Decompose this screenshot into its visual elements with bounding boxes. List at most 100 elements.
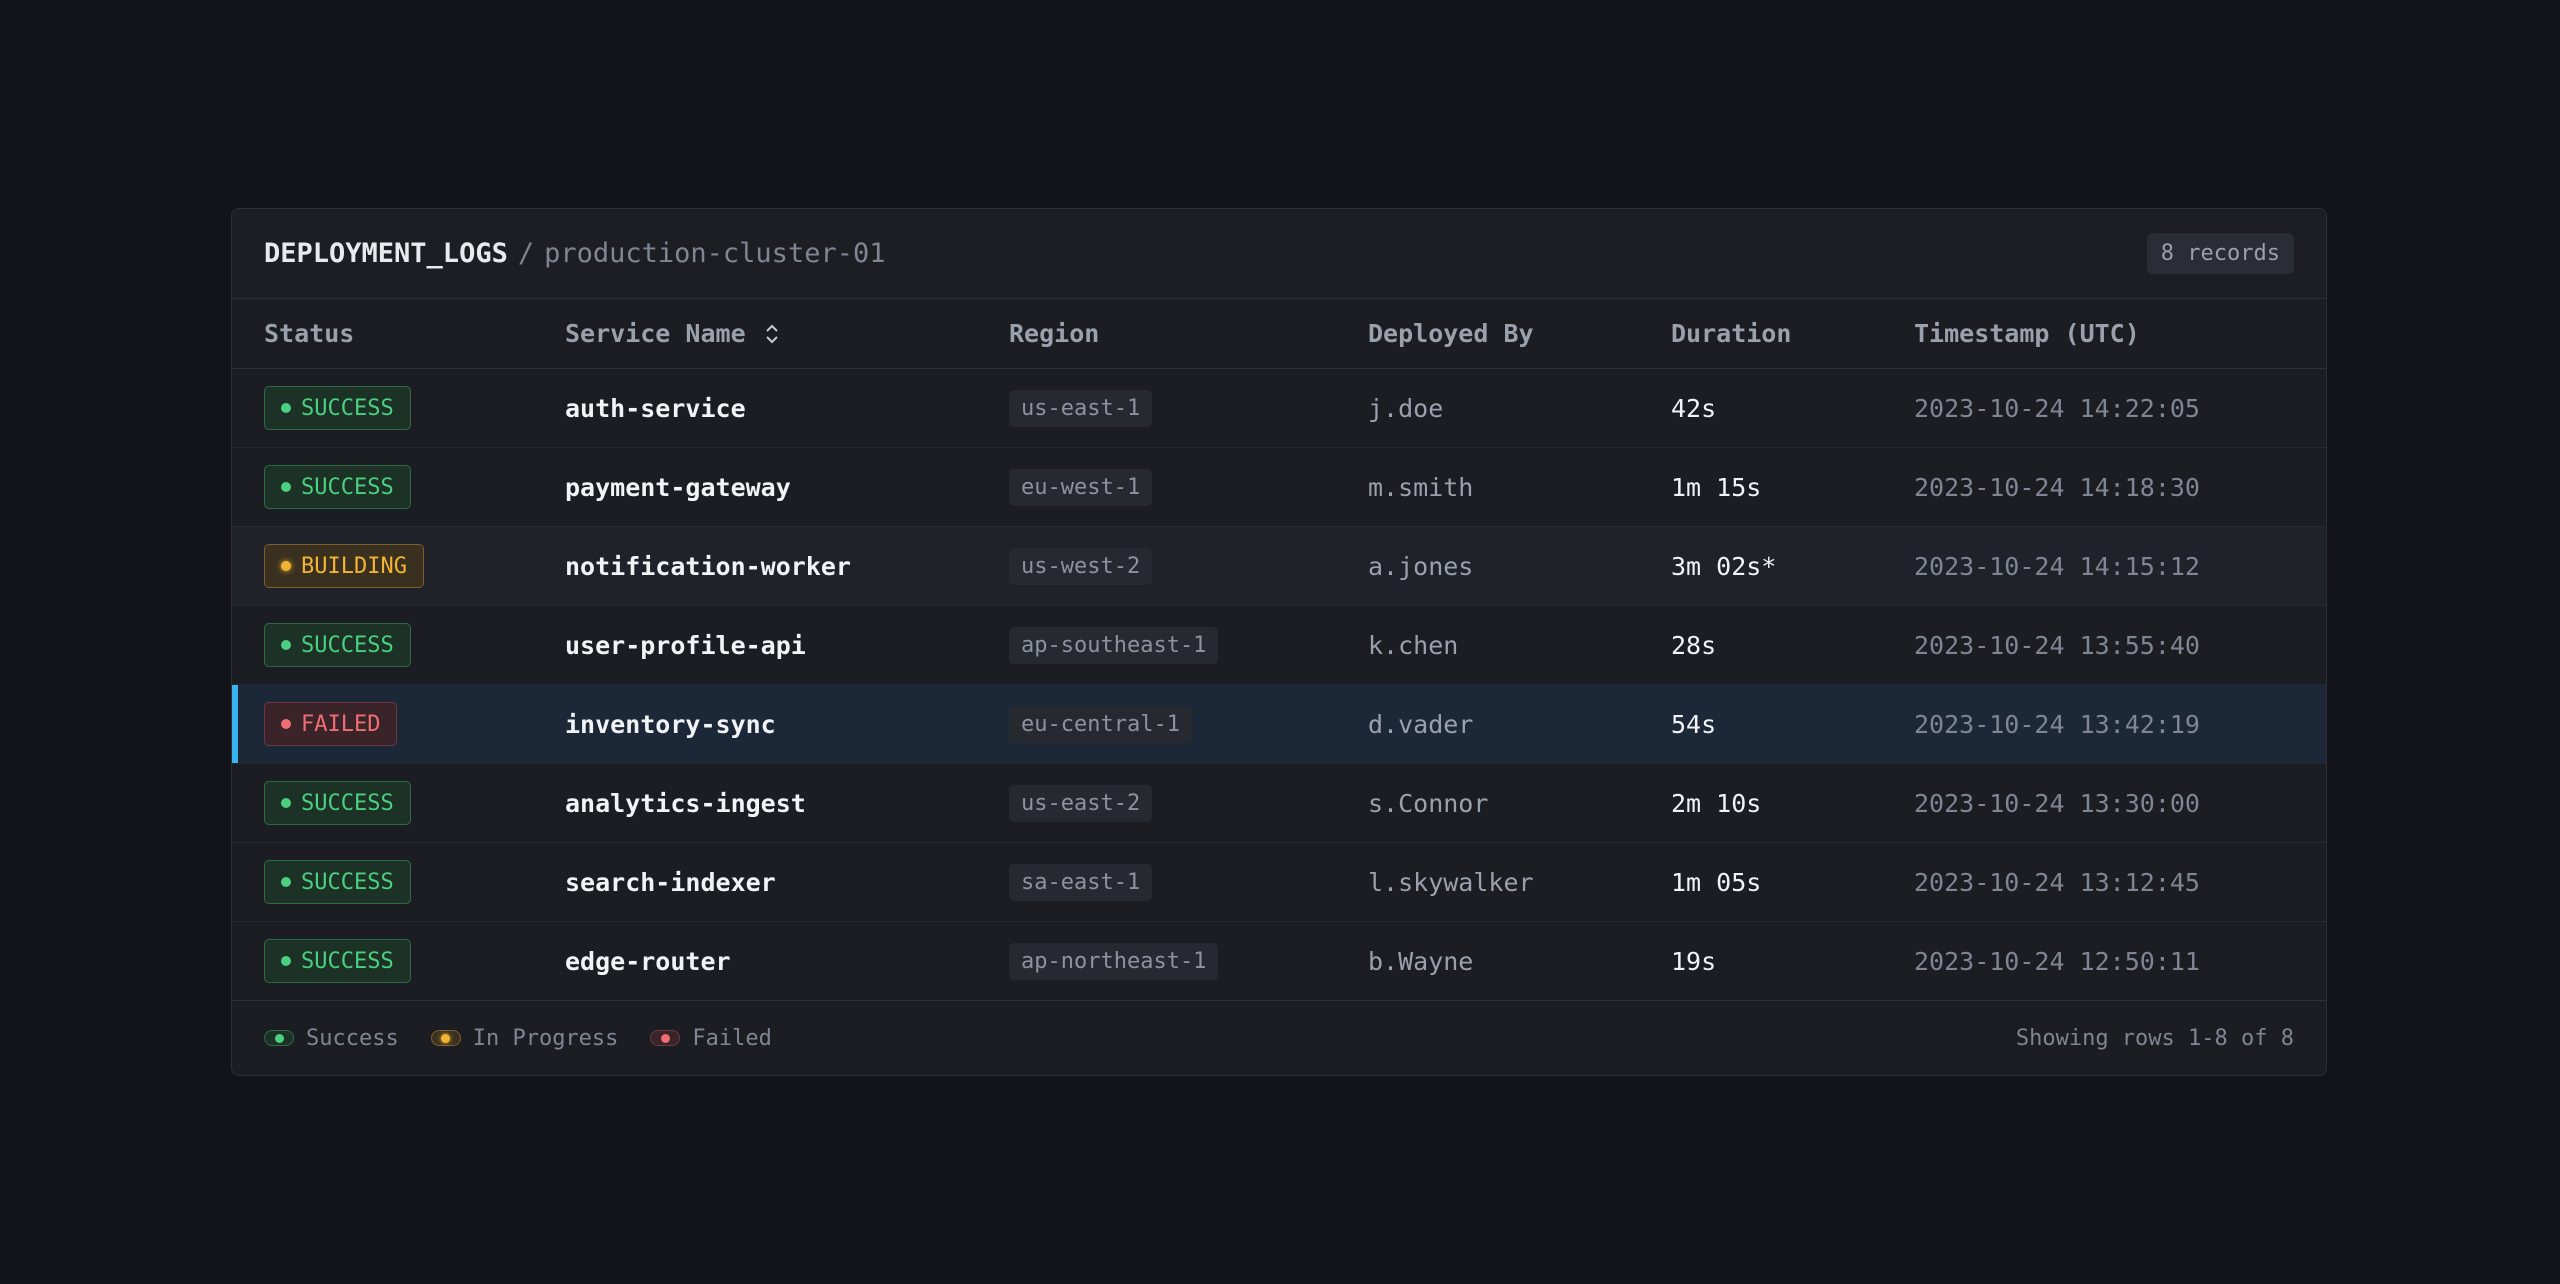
table-row[interactable]: SUCCESS payment-gateway eu-west-1 m.smit…	[232, 448, 2326, 527]
deployed-by: a.jones	[1368, 551, 1474, 581]
legend-item-success: Success	[264, 1026, 399, 1051]
panel-header: DEPLOYMENT_LOGS / production-cluster-01 8 …	[232, 209, 2326, 299]
table-row[interactable]: BUILDING notification-worker us-west-2 a…	[232, 527, 2326, 606]
deployed-by: l.skywalker	[1368, 867, 1534, 897]
status-text: SUCCESS	[301, 869, 394, 895]
status-dot-icon	[281, 561, 291, 571]
region-chip: eu-west-1	[1009, 468, 1153, 506]
table-row[interactable]: SUCCESS search-indexer sa-east-1 l.skywa…	[232, 843, 2326, 922]
service-name: analytics-ingest	[565, 788, 806, 818]
duration: 1m 15s	[1671, 472, 1762, 502]
duration: 28s	[1671, 630, 1717, 660]
region-chip: ap-southeast-1	[1009, 626, 1219, 664]
pagination-info: Showing rows 1-8 of 8	[2015, 1025, 2294, 1051]
status-dot-icon	[281, 956, 291, 966]
column-header-service[interactable]: Service Name	[565, 319, 1009, 348]
status-text: SUCCESS	[301, 474, 394, 500]
table-row[interactable]: SUCCESS analytics-ingest us-east-2 s.Con…	[232, 764, 2326, 843]
failed-dot-icon	[650, 1030, 681, 1046]
duration: 19s	[1671, 946, 1717, 976]
duration: 3m 02s*	[1671, 551, 1777, 581]
timestamp: 2023-10-24 13:30:00	[1914, 788, 2200, 818]
legend-item-failed: Failed	[650, 1025, 772, 1051]
service-name: payment-gateway	[565, 472, 791, 502]
record-count-badge: 8 records	[2146, 233, 2294, 274]
status-text: SUCCESS	[301, 948, 394, 974]
page-title: DEPLOYMENT_LOGS / production-cluster-01	[264, 238, 885, 269]
status-badge: SUCCESS	[264, 465, 411, 509]
status-dot-icon	[281, 482, 291, 492]
legend-item-in-progress: In Progress	[430, 1025, 619, 1051]
region-chip: eu-central-1	[1009, 705, 1192, 743]
panel-footer: Success In Progress Failed Showing rows …	[232, 1001, 2326, 1075]
column-header-duration[interactable]: Duration	[1671, 319, 1914, 348]
status-dot-icon	[281, 798, 291, 808]
timestamp: 2023-10-24 14:18:30	[1914, 472, 2200, 502]
duration: 2m 10s	[1671, 788, 1762, 818]
region-chip: sa-east-1	[1009, 863, 1153, 901]
timestamp: 2023-10-24 12:50:11	[1914, 946, 2200, 976]
status-badge: BUILDING	[264, 544, 424, 588]
status-badge: SUCCESS	[264, 623, 411, 667]
status-badge: SUCCESS	[264, 860, 411, 904]
timestamp: 2023-10-24 14:15:12	[1914, 551, 2200, 581]
column-header-status[interactable]: Status	[264, 319, 565, 348]
deployed-by: b.Wayne	[1368, 946, 1474, 976]
region-chip: us-west-2	[1009, 547, 1153, 585]
service-name: inventory-sync	[565, 709, 776, 739]
deployed-by: k.chen	[1368, 630, 1459, 660]
status-badge: SUCCESS	[264, 939, 411, 983]
status-badge: SUCCESS	[264, 781, 411, 825]
status-dot-icon	[281, 877, 291, 887]
timestamp: 2023-10-24 14:22:05	[1914, 393, 2200, 423]
status-text: SUCCESS	[301, 395, 394, 421]
status-badge: SUCCESS	[264, 386, 411, 430]
legend-label: Failed	[692, 1025, 772, 1051]
timestamp: 2023-10-24 13:55:40	[1914, 630, 2200, 660]
region-chip: ap-northeast-1	[1009, 942, 1219, 980]
status-dot-icon	[281, 719, 291, 729]
timestamp: 2023-10-24 13:12:45	[1914, 867, 2200, 897]
success-dot-icon	[264, 1030, 294, 1046]
service-name: user-profile-api	[565, 630, 806, 660]
status-dot-icon	[281, 403, 291, 413]
column-header-timestamp[interactable]: Timestamp (UTC)	[1914, 319, 2326, 348]
table-row[interactable]: SUCCESS auth-service us-east-1 j.doe 42s…	[232, 369, 2326, 448]
duration: 42s	[1671, 393, 1717, 423]
table-row[interactable]: SUCCESS edge-router ap-northeast-1 b.Way…	[232, 922, 2326, 1001]
status-text: FAILED	[301, 711, 381, 737]
status-badge: FAILED	[264, 702, 398, 746]
cluster-name: production-cluster-01	[544, 238, 886, 269]
legend-label: Success	[306, 1025, 399, 1051]
service-name: auth-service	[565, 393, 746, 423]
table-body: SUCCESS auth-service us-east-1 j.doe 42s…	[232, 369, 2326, 1001]
deployed-by: m.smith	[1368, 472, 1474, 502]
table-header: Status Service Name Region Deployed By D…	[232, 299, 2326, 369]
legend-label: In Progress	[472, 1025, 619, 1051]
service-name: notification-worker	[565, 551, 851, 581]
status-text: SUCCESS	[301, 632, 394, 658]
sort-icon[interactable]	[764, 322, 780, 346]
table-row-selected[interactable]: FAILED inventory-sync eu-central-1 d.vad…	[232, 685, 2326, 764]
deployed-by: j.doe	[1368, 393, 1444, 423]
status-legend: Success In Progress Failed	[264, 1026, 772, 1051]
duration: 54s	[1671, 709, 1717, 739]
in-progress-dot-icon	[430, 1030, 461, 1046]
status-text: SUCCESS	[301, 790, 394, 816]
region-chip: us-east-2	[1009, 784, 1153, 822]
column-header-region[interactable]: Region	[1009, 319, 1368, 348]
column-header-deployed-by[interactable]: Deployed By	[1368, 319, 1671, 348]
duration: 1m 05s	[1671, 867, 1762, 897]
service-name: edge-router	[565, 946, 731, 976]
table-row[interactable]: SUCCESS user-profile-api ap-southeast-1 …	[232, 606, 2326, 685]
deployment-logs-panel: DEPLOYMENT_LOGS / production-cluster-01 8 …	[231, 208, 2327, 1076]
title-separator: /	[517, 238, 535, 269]
region-chip: us-east-1	[1009, 389, 1153, 427]
deployed-by: s.Connor	[1368, 788, 1489, 818]
deployed-by: d.vader	[1368, 709, 1474, 739]
timestamp: 2023-10-24 13:42:19	[1914, 709, 2200, 739]
status-text: BUILDING	[301, 553, 407, 579]
column-header-service-label: Service Name	[565, 319, 746, 348]
service-name: search-indexer	[565, 867, 776, 897]
title-main: DEPLOYMENT_LOGS	[264, 238, 508, 269]
